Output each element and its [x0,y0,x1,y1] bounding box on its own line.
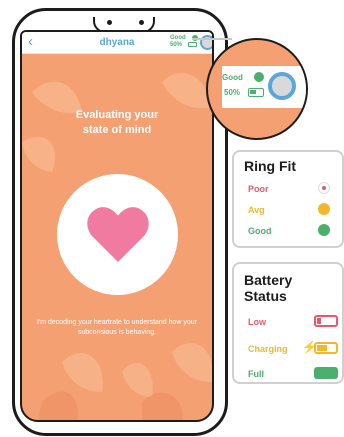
battery-icon [248,88,264,97]
ring-status-label: Good 50% [170,35,186,48]
heading-line1: Evaluating your [75,109,159,121]
legend-label-good: Good [248,226,272,236]
ring-icon [268,72,296,100]
battery-charging-icon [314,342,338,354]
zoom-status-label: Good [222,73,243,82]
ring-good-icon [318,224,330,236]
legend-title: Ring Fit [244,158,297,174]
heart-circle [57,174,178,295]
status-message: I'm decoding your heartrate to understan… [36,319,198,336]
app-bar: ‹ dhyana Good 50% [22,32,212,54]
zoom-callout: Good 50% [206,38,308,140]
legend-label-charging: Charging [248,344,288,354]
legend-label-poor: Poor [248,184,269,194]
battery-legend: Battery Status Low Charging ⚡ Full [232,262,344,384]
legend-label-low: Low [248,317,266,327]
heart-icon [87,207,149,262]
sensor-dot [139,20,144,25]
legend-title-line2: Status [244,288,287,304]
app-screen: ‹ dhyana Good 50% Evaluating your state o… [20,30,214,422]
ring-poor-icon [318,182,330,194]
legend-label-avg: Avg [248,205,265,215]
zoom-battery-percent: 50% [224,88,241,97]
legend-label-full: Full [248,369,264,379]
ring-fit-legend: Ring Fit Poor Avg Good [232,150,344,248]
battery-low-icon [314,315,338,327]
battery-full-icon [314,367,338,379]
heading-line2: state of mind [82,124,152,136]
camera-dot [107,20,112,25]
page-heading: Evaluating your state of mind [22,108,212,138]
ring-avg-icon [318,203,330,215]
legend-title: Battery Status [244,272,292,304]
battery-icon [188,42,197,47]
legend-title-line1: Battery [244,272,293,288]
ring-fit-indicator [254,72,264,82]
